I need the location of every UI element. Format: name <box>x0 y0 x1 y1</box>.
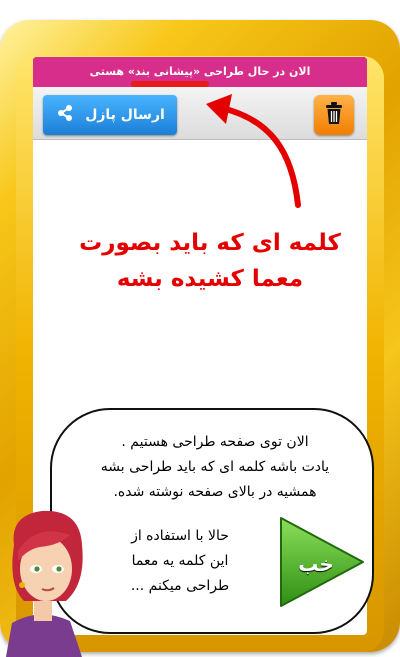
bubble-line-1: الان توی صفحه طراحی هستیم . <box>121 434 309 450</box>
guide-character-illustration <box>6 510 83 657</box>
annotation-line-1: کلمه ای که باید بصورت <box>79 230 341 256</box>
bubble-line-3: همشیه در بالای صفحه نوشته شده. <box>113 484 317 500</box>
annotation-line-2: معما کشیده بشه <box>116 266 304 292</box>
next-button[interactable]: خب <box>275 512 370 612</box>
bubble-line-2: یادت باشه کلمه ای که باید طراحی بشه <box>100 459 330 475</box>
bubble-line-6: طراحی میکنم ... <box>130 578 230 594</box>
bubble-line-5: این کلمه یه معما <box>131 553 229 569</box>
bubble-text-top: الان توی صفحه طراحی هستیم . یادت باشه کل… <box>70 430 360 505</box>
next-button-label: خب <box>298 552 334 576</box>
bubble-line-4: حالا با استفاده از <box>131 528 229 544</box>
bubble-text-bottom: حالا با استفاده از این کلمه یه معما طراح… <box>95 524 265 599</box>
annotation-text: کلمه ای که باید بصورت معما کشیده بشه <box>60 225 360 297</box>
